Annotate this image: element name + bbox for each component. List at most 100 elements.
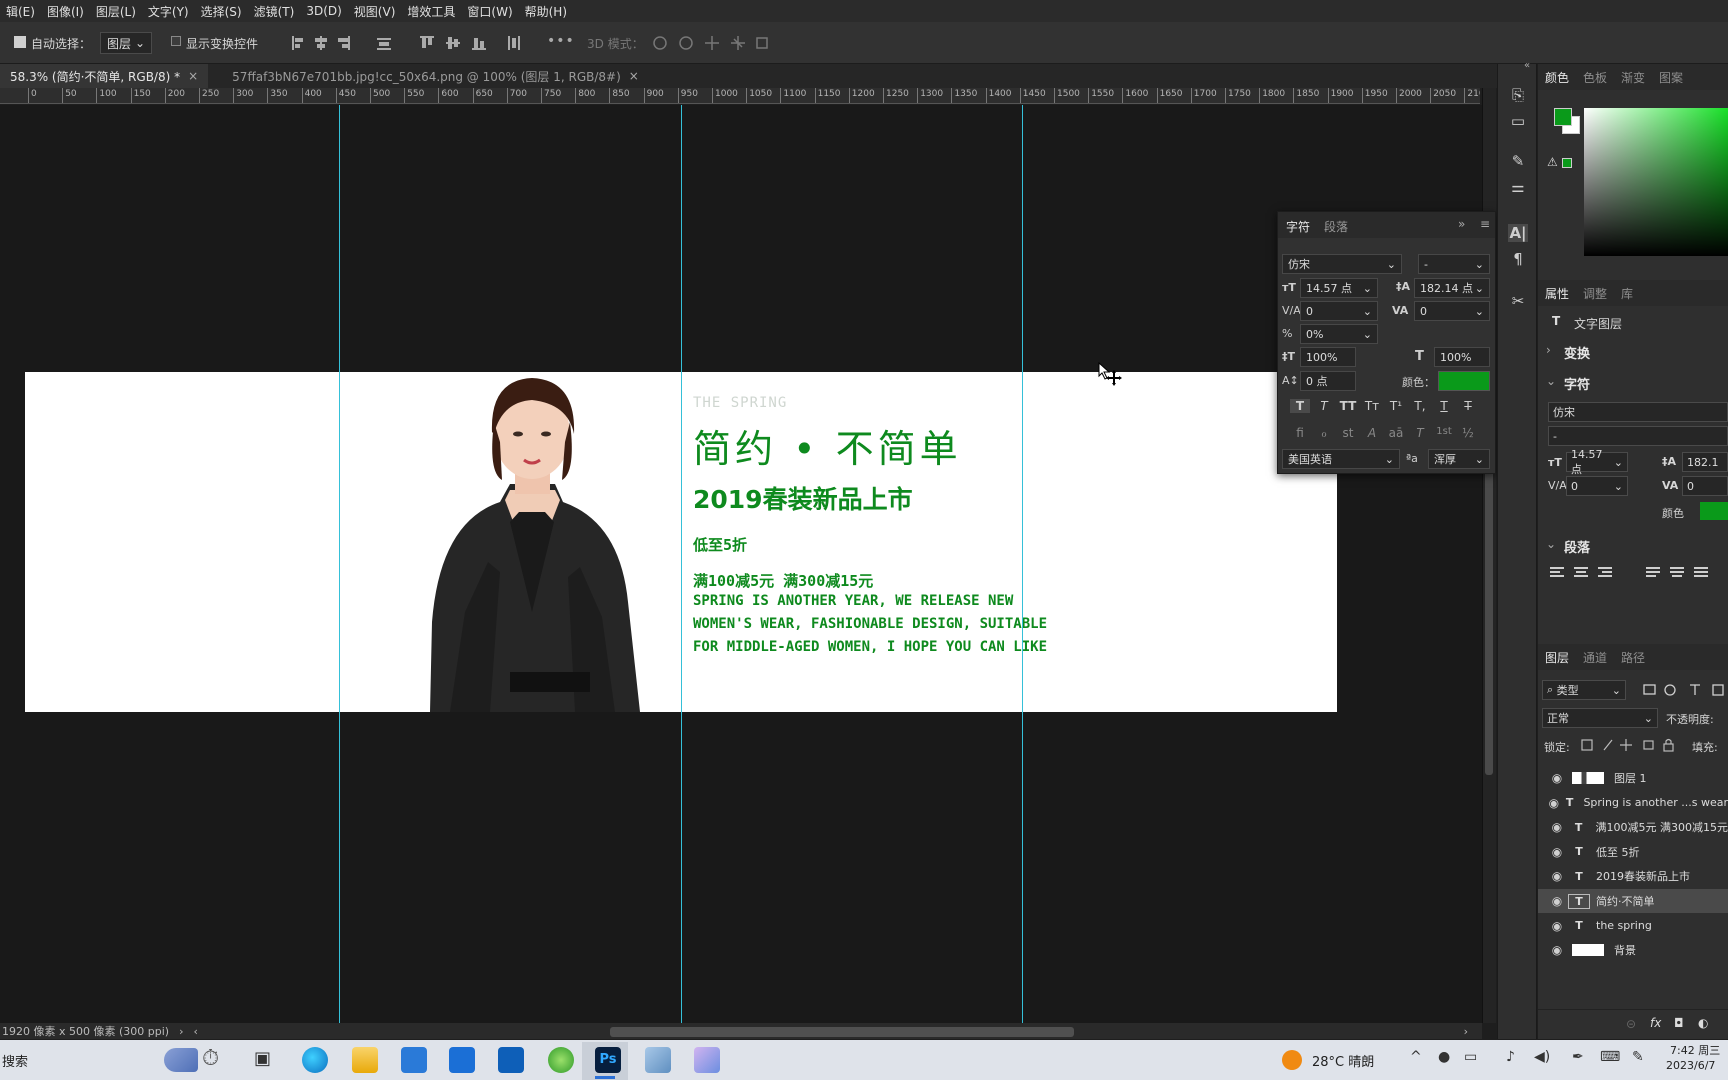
layer-row[interactable]: ◉ T 低至 5折 (1538, 840, 1728, 864)
panel-menu-icon[interactable]: ≡ (1480, 217, 1490, 231)
character-section-title[interactable]: 字符 (1564, 374, 1590, 393)
auto-select-dropdown[interactable]: 图层 ⌄ (100, 32, 152, 54)
layer-row[interactable]: ◉ 背景 (1538, 938, 1728, 962)
character-panel-icon[interactable]: A| (1508, 224, 1528, 242)
lock-icons[interactable] (1580, 737, 1676, 753)
font-style-select[interactable]: - ⌄ (1418, 254, 1490, 274)
more-options-icon[interactable]: ••• (547, 33, 575, 49)
props-leading-input[interactable]: 182.1 (1682, 452, 1728, 472)
mask-icon[interactable]: ◘ (1674, 1016, 1684, 1030)
guide-line[interactable] (681, 105, 682, 1023)
clock-date[interactable]: 2023/6/7 (1666, 1059, 1715, 1072)
kerning-input[interactable]: 0 ⌄ (1300, 301, 1378, 321)
font-size-input[interactable]: 14.57 点 ⌄ (1300, 278, 1378, 298)
paragraph-align-icons[interactable] (1548, 566, 1723, 580)
tab-character[interactable]: 字符 (1286, 218, 1310, 235)
props-color-swatch[interactable] (1700, 502, 1728, 520)
guide-line[interactable] (339, 105, 340, 1023)
stopwatch-icon[interactable]: ⏱ (202, 1046, 219, 1071)
visibility-eye-icon[interactable]: ◉ (1546, 820, 1568, 834)
tab-paths[interactable]: 路径 (1614, 649, 1652, 666)
network-icon[interactable]: ▭ (1464, 1049, 1477, 1065)
ligatures-button[interactable]: fi (1290, 426, 1310, 440)
weather-sun-icon[interactable] (1282, 1050, 1302, 1070)
document-info[interactable]: 1920 像素 x 500 像素 (300 ppi) (2, 1023, 169, 1039)
menu-window[interactable]: 窗口(W) (461, 3, 518, 20)
chevron-up-icon[interactable]: ^ (1410, 1049, 1422, 1065)
tab-adjustments[interactable]: 调整 (1576, 285, 1614, 302)
keyboard-icon[interactable]: ⌨ (1600, 1049, 1620, 1065)
tracking-input[interactable]: 0 ⌄ (1414, 301, 1490, 321)
close-icon[interactable]: × (188, 69, 198, 83)
adjustment-layer-icon[interactable]: ◐ (1698, 1016, 1708, 1030)
weather-text[interactable]: 28°C 晴朗 (1312, 1051, 1374, 1070)
menu-select[interactable]: 选择(S) (195, 3, 248, 20)
layer-row[interactable]: ◉ T 2019春装新品上市 (1538, 864, 1728, 888)
auto-select-checkbox[interactable] (14, 36, 26, 48)
props-font-select[interactable]: 仿宋 (1548, 402, 1728, 422)
foreground-color-swatch[interactable] (1554, 108, 1572, 126)
menu-3d[interactable]: 3D(D) (300, 4, 347, 18)
tab-channels[interactable]: 通道 (1576, 649, 1614, 666)
menu-edit[interactable]: 辑(E) (0, 3, 41, 20)
clock-time[interactable]: 7:42 周三 (1670, 1042, 1720, 1058)
tab-color[interactable]: 颜色 (1538, 69, 1576, 86)
props-tracking-input[interactable]: 0 (1682, 476, 1728, 496)
warning-icon[interactable]: ⚠ (1547, 155, 1558, 169)
visibility-eye-icon[interactable]: ◉ (1546, 943, 1568, 957)
visibility-eye-icon[interactable]: ◉ (1546, 771, 1568, 785)
menu-plugins[interactable]: 增效工具 (401, 3, 461, 20)
horizontal-scroll-thumb[interactable] (610, 1027, 1074, 1037)
ordinals-button[interactable]: 1st (1434, 426, 1454, 437)
vertical-scale-input[interactable]: 100% (1300, 347, 1356, 367)
distribute-icons[interactable] (420, 34, 530, 52)
menu-image[interactable]: 图像(I) (41, 3, 90, 20)
canvas-area[interactable]: THE SPRING 简约 • 不简单 2019春装新品上市 低至5折 满100… (0, 105, 1482, 1023)
brush-settings-icon[interactable]: ✎ (1508, 152, 1528, 170)
chevron-down-icon[interactable]: ⌄ (1546, 537, 1556, 551)
status-arrow-icon[interactable]: › (179, 1025, 183, 1038)
notes-icon[interactable] (645, 1047, 671, 1073)
store-icon[interactable] (401, 1047, 427, 1073)
link-layers-icon[interactable]: ⊝ (1626, 1017, 1636, 1031)
close-icon[interactable]: × (629, 69, 639, 83)
paragraph-panel-icon[interactable]: ¶ (1508, 250, 1528, 268)
visibility-eye-icon[interactable]: ◉ (1546, 845, 1568, 859)
tool-presets-icon[interactable]: ✂ (1508, 292, 1528, 310)
tab-properties[interactable]: 属性 (1538, 285, 1576, 302)
photos-icon[interactable] (694, 1047, 720, 1073)
underline-button[interactable]: T (1434, 399, 1454, 413)
tab-patterns[interactable]: 图案 (1652, 69, 1690, 86)
scroll-right-icon[interactable]: › (1464, 1025, 1468, 1038)
fx-icon[interactable]: fx (1650, 1016, 1661, 1030)
visibility-eye-icon[interactable]: ◉ (1546, 894, 1568, 908)
tab-document-2[interactable]: 57ffaf3bN67e701bb.jpg!cc_50x64.png @ 100… (208, 64, 649, 88)
layer-row[interactable]: ◉ Tthe spring (1538, 914, 1728, 938)
search-highlight-image[interactable] (164, 1048, 198, 1072)
photoshop-icon[interactable]: Ps (595, 1047, 621, 1073)
font-family-select[interactable]: 仿宋 ⌄ (1282, 254, 1402, 274)
tab-layers[interactable]: 图层 (1538, 649, 1576, 666)
tab-document-active[interactable]: 58.3% (简约·不简单, RGB/8) * × (0, 64, 209, 88)
layer-filter-icons[interactable] (1642, 682, 1728, 698)
edge-icon[interactable] (302, 1047, 328, 1073)
taskbar-search[interactable]: 搜索 (2, 1051, 28, 1070)
all-caps-button[interactable]: TT (1338, 399, 1358, 413)
show-transform-checkbox[interactable] (171, 36, 181, 46)
props-style-select[interactable]: - (1548, 426, 1728, 446)
comments-icon[interactable]: ▭ (1508, 112, 1528, 130)
chevron-right-icon[interactable]: › (1546, 343, 1551, 357)
faux-bold-button[interactable]: T (1290, 399, 1310, 413)
menu-type[interactable]: 文字(Y) (142, 3, 195, 20)
layer-filter-select[interactable]: ⌕ 类型 ⌄ (1542, 680, 1626, 700)
horizontal-ruler[interactable]: 0 50 100 150 200 250 300 350 400 450 500 550 600 650 7… (0, 88, 1480, 104)
visibility-eye-icon[interactable]: ◉ (1546, 796, 1562, 810)
props-size-input[interactable]: 14.57 点 ⌄ (1566, 448, 1628, 476)
text-color-swatch[interactable] (1438, 371, 1490, 391)
file-explorer-icon[interactable] (352, 1047, 378, 1073)
props-kerning-input[interactable]: 0 ⌄ (1566, 476, 1628, 496)
antialias-select[interactable]: 浑厚 ⌄ (1428, 449, 1490, 469)
volume-icon[interactable]: ◀) (1534, 1049, 1550, 1065)
subscript-button[interactable]: T, (1410, 399, 1430, 413)
tab-paragraph[interactable]: 段落 (1324, 218, 1348, 235)
